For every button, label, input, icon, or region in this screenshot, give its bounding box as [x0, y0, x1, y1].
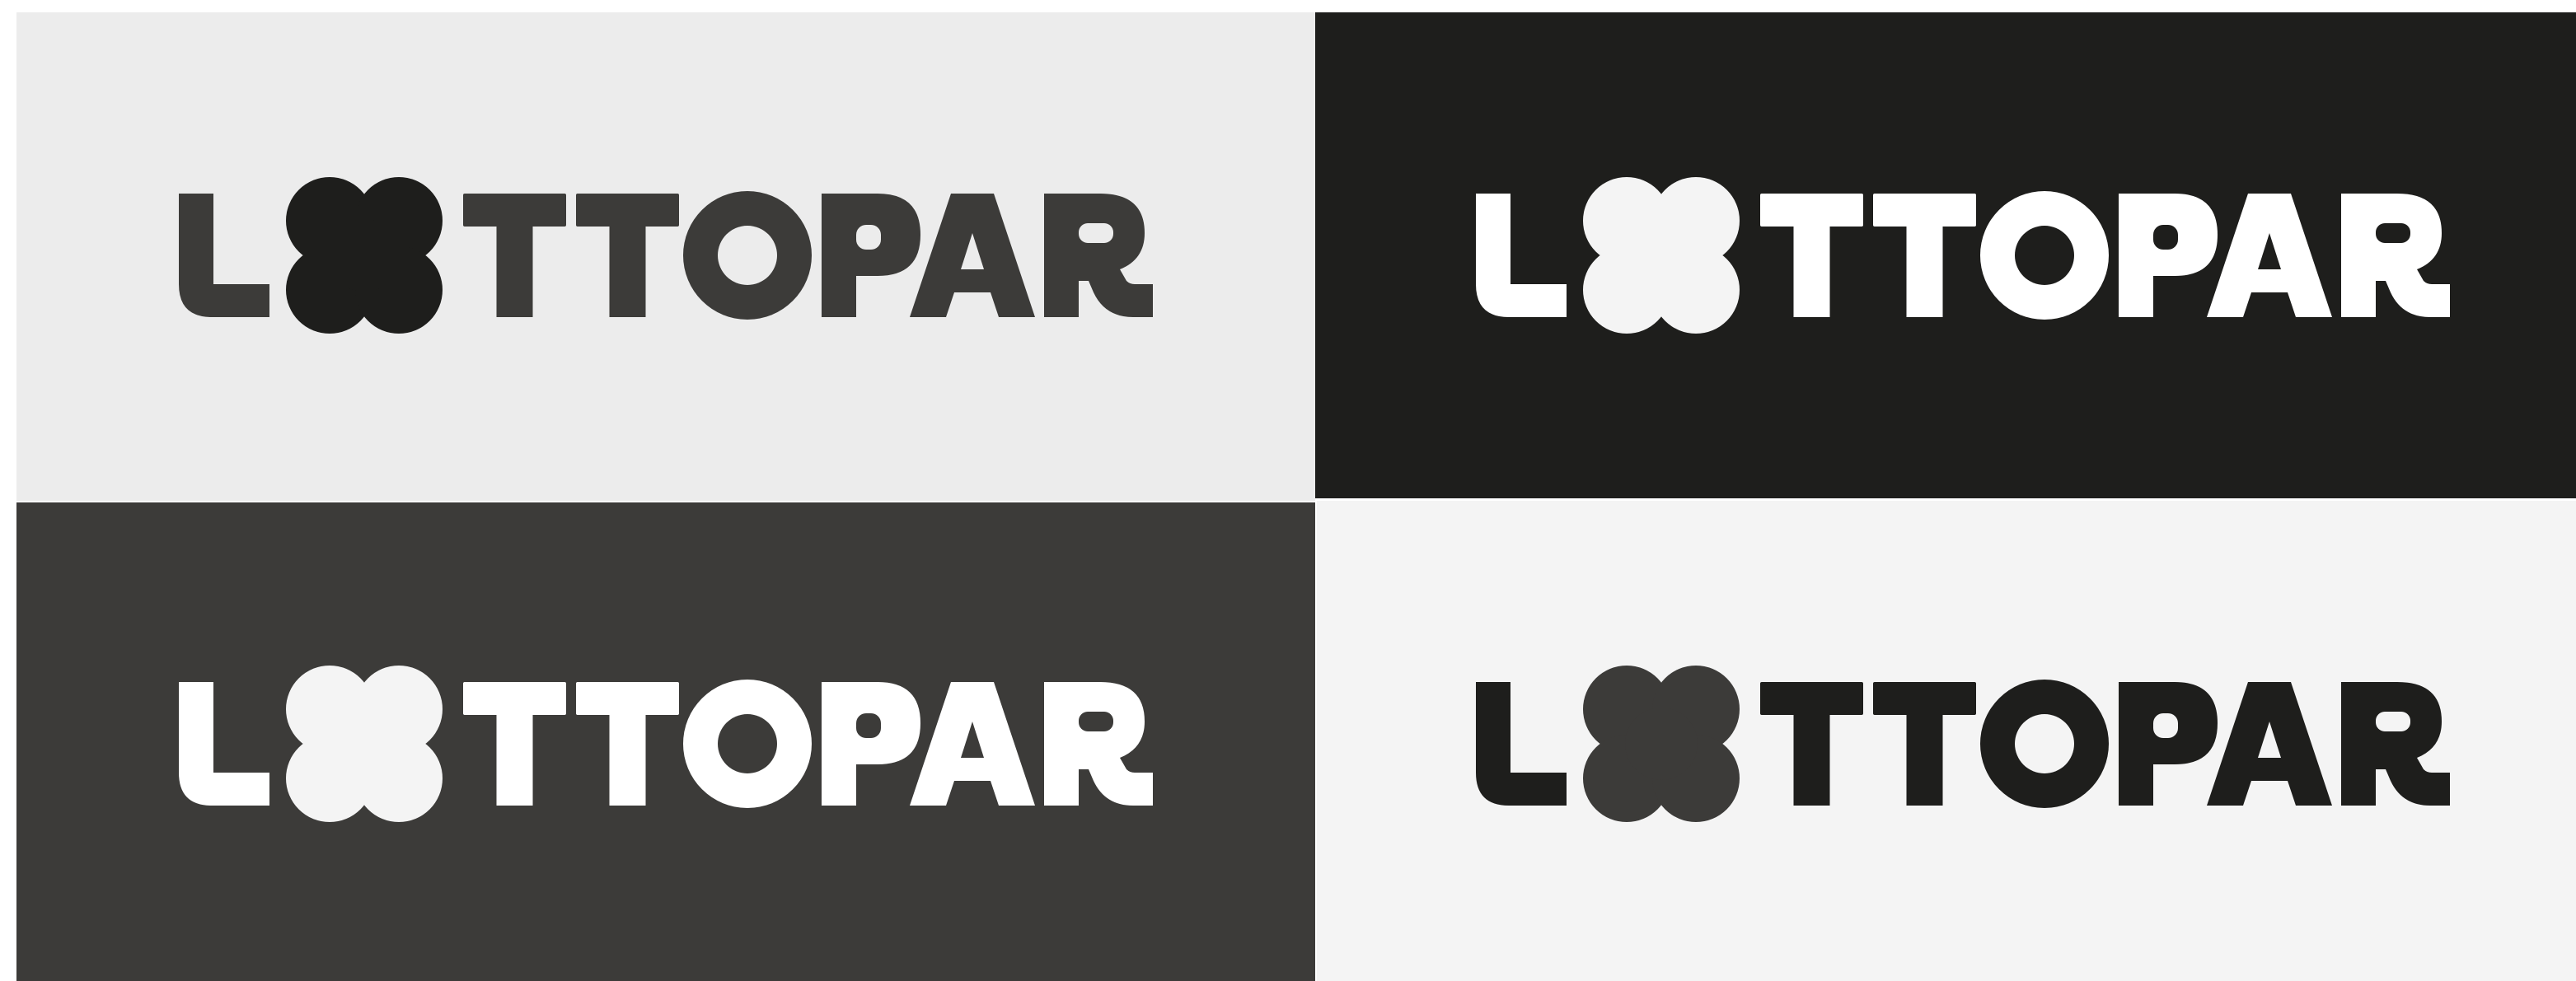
letter-r-6: [2341, 682, 2450, 806]
letter-r-6: [1044, 682, 1153, 806]
logo-panel-off-white: LOTTOPAR: [1317, 501, 2576, 981]
letter-o-3: [1980, 680, 2109, 808]
letter-o-3: [683, 680, 812, 808]
logo-panel-dark-gray: LOTTOPAR: [16, 502, 1315, 981]
clover-icon: [286, 177, 443, 334]
letter-r-6: [2341, 194, 2450, 317]
logo-panel-light-gray: LOTTOPAR: [16, 12, 1315, 501]
clover-icon: [1583, 177, 1740, 334]
letter-r-6: [1044, 194, 1153, 317]
letter-o-3: [1980, 191, 2109, 320]
clover-icon: [286, 666, 443, 822]
letter-o-3: [683, 191, 812, 320]
logo-variations-canvas: LOTTOPARLOTTOPARLOTTOPARLOTTOPAR: [16, 12, 2576, 981]
clover-icon: [1583, 666, 1740, 822]
logo-variations-board: LOTTOPARLOTTOPARLOTTOPARLOTTOPAR: [0, 0, 2576, 981]
logo-panel-black: LOTTOPAR: [1315, 12, 2576, 498]
